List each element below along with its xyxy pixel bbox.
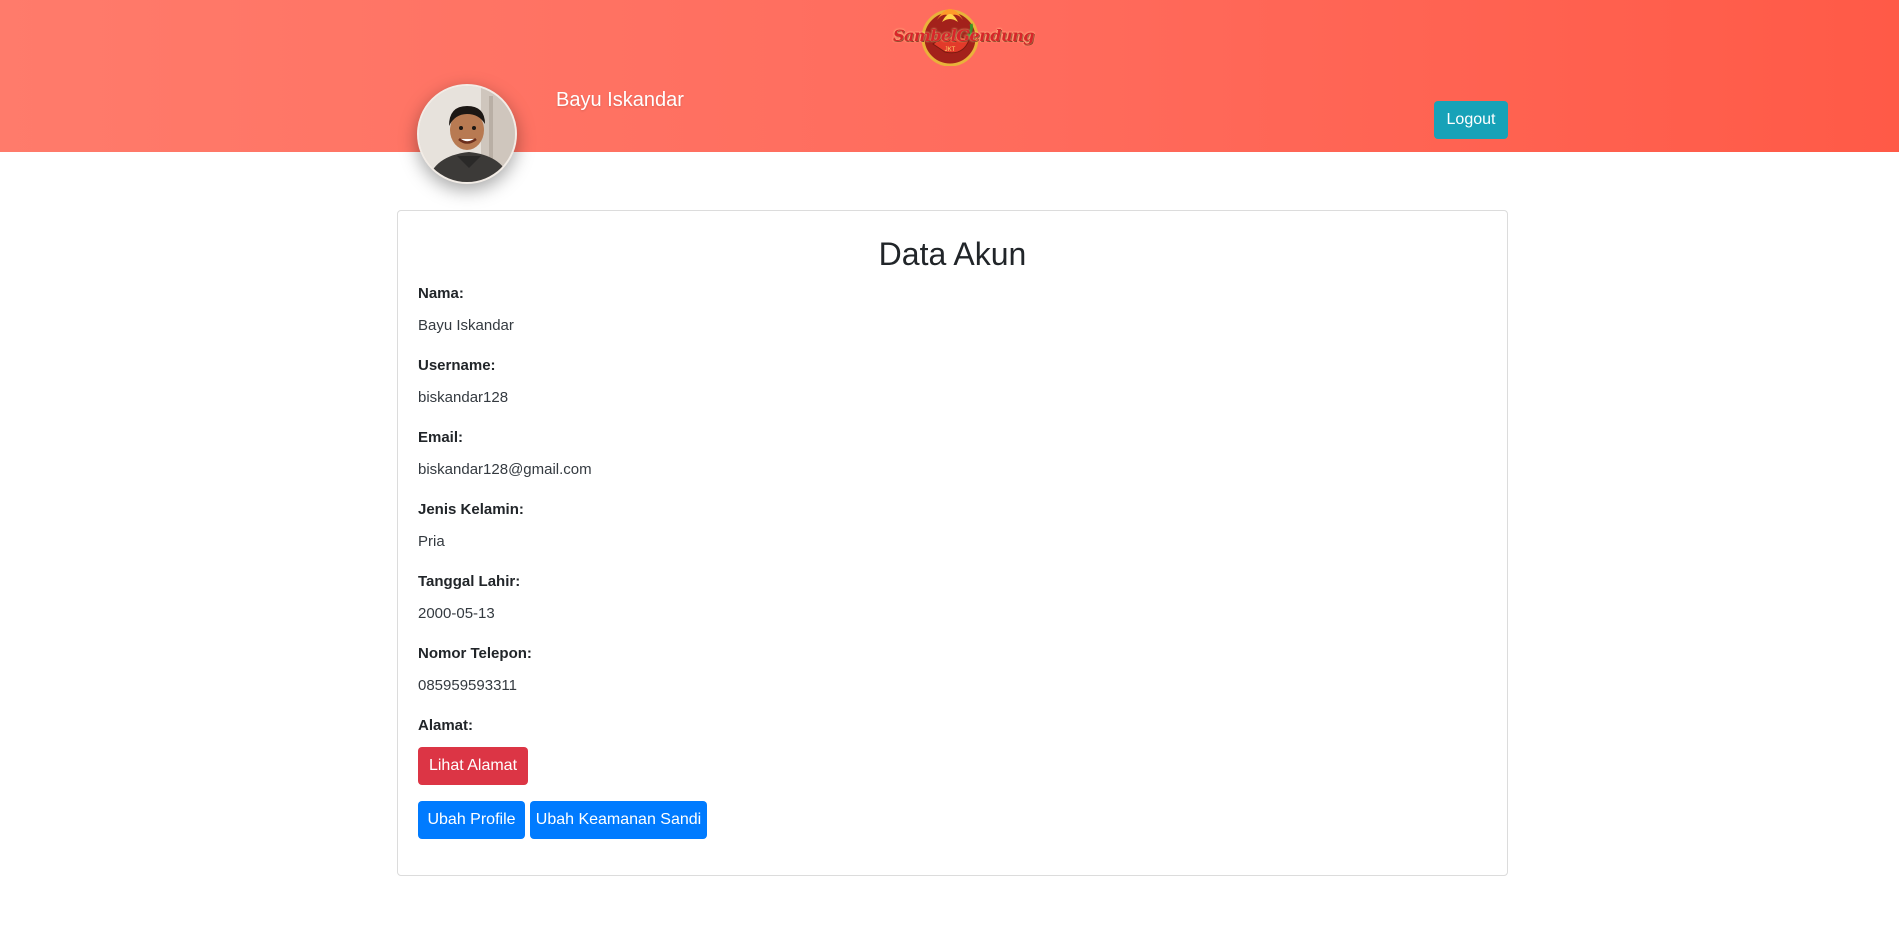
label-username: Username: bbox=[418, 357, 496, 374]
value-jenis-kelamin: Pria bbox=[418, 533, 445, 550]
user-photo-icon bbox=[419, 86, 515, 182]
logo-subtext: JKT bbox=[944, 47, 956, 53]
label-alamat: Alamat: bbox=[418, 717, 474, 734]
value-tanggal-lahir: 2000-05-13 bbox=[418, 605, 495, 622]
label-tanggal-lahir: Tanggal Lahir: bbox=[418, 573, 521, 590]
card-title: Data Akun bbox=[878, 236, 1027, 272]
label-nomor-telepon: Nomor Telepon: bbox=[418, 645, 532, 662]
lihat-alamat-button[interactable]: Lihat Alamat bbox=[418, 747, 528, 785]
label-nama: Nama: bbox=[418, 285, 464, 302]
value-nama: Bayu Iskandar bbox=[418, 317, 514, 334]
header-user-name: Bayu Iskandar bbox=[556, 89, 684, 111]
label-jenis-kelamin: Jenis Kelamin: bbox=[418, 501, 524, 518]
logo-text: SambelGendung bbox=[893, 26, 1034, 45]
brand-logo[interactable]: SambelGendung JKT bbox=[893, 0, 1034, 67]
avatar bbox=[417, 84, 517, 184]
logout-button[interactable]: Logout bbox=[1434, 101, 1508, 139]
value-nomor-telepon: 085959593311 bbox=[418, 677, 517, 694]
ubah-profile-button[interactable]: Ubah Profile bbox=[418, 801, 525, 839]
label-email: Email: bbox=[418, 429, 464, 446]
value-email: biskandar128@gmail.com bbox=[418, 461, 592, 478]
value-username: biskandar128 bbox=[418, 389, 509, 406]
page-header: SambelGendung JKT Bayu Iskandar Logout bbox=[0, 0, 1899, 184]
account-card: Data Akun Nama: Bayu Iskandar Username: … bbox=[397, 210, 1508, 876]
ubah-keamanan-sandi-button[interactable]: Ubah Keamanan Sandi bbox=[530, 801, 707, 839]
